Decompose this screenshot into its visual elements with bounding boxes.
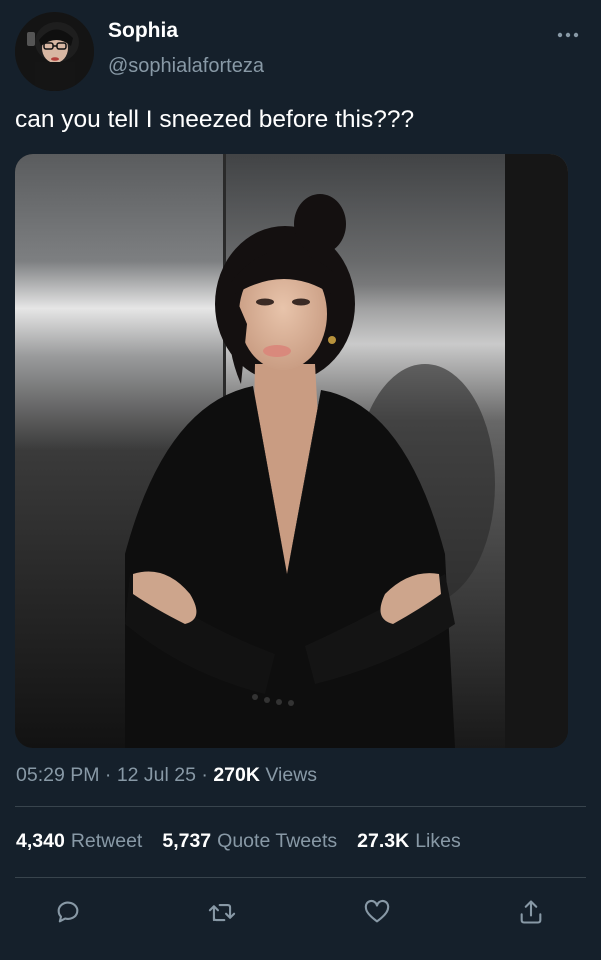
quote-tweets-count: 5,737 <box>162 830 212 852</box>
retweet-icon <box>208 904 236 922</box>
retweet-count: 4,340 <box>16 830 65 852</box>
more-options-button[interactable] <box>556 28 580 42</box>
reply-button[interactable] <box>52 896 84 928</box>
divider <box>15 877 586 878</box>
views-count: 270K <box>213 764 260 786</box>
retweet-stat[interactable]: 4,340 Retweet <box>16 830 142 853</box>
tweet-meta: 05:29 PM · 12 Jul 25 · 270K Views <box>16 764 317 787</box>
quote-tweets-stat[interactable]: 5,737 Quote Tweets <box>162 830 337 853</box>
engagement-stats: 4,340 Retweet 5,737 Quote Tweets 27.3K Like… <box>16 830 461 853</box>
display-name[interactable]: Sophia <box>108 19 178 43</box>
meta-separator: · <box>201 764 214 786</box>
share-icon <box>520 900 542 924</box>
like-button[interactable] <box>361 896 393 928</box>
divider <box>15 806 586 807</box>
retweet-button[interactable] <box>206 896 238 928</box>
avatar-image <box>15 12 94 91</box>
user-handle[interactable]: @sophialaforteza <box>108 55 264 78</box>
views-label: Views <box>265 764 318 786</box>
likes-stat[interactable]: 27.3K Likes <box>357 830 461 853</box>
more-horizontal-icon <box>557 32 579 38</box>
tweet-photo[interactable] <box>15 154 568 748</box>
share-button[interactable] <box>515 896 547 928</box>
tweet-date[interactable]: 12 Jul 25 <box>117 764 196 786</box>
likes-label: Likes <box>415 830 461 852</box>
meta-separator: · <box>104 764 117 786</box>
retweet-label: Retweet <box>70 830 143 852</box>
avatar[interactable] <box>15 12 94 91</box>
quote-tweets-label: Quote Tweets <box>217 830 338 852</box>
likes-count: 27.3K <box>357 830 410 852</box>
photo-image <box>15 154 568 748</box>
reply-icon <box>57 901 79 923</box>
tweet-time[interactable]: 05:29 PM <box>16 764 99 786</box>
tweet-text: can you tell I sneezed before this??? <box>15 106 415 133</box>
heart-icon <box>364 899 390 923</box>
